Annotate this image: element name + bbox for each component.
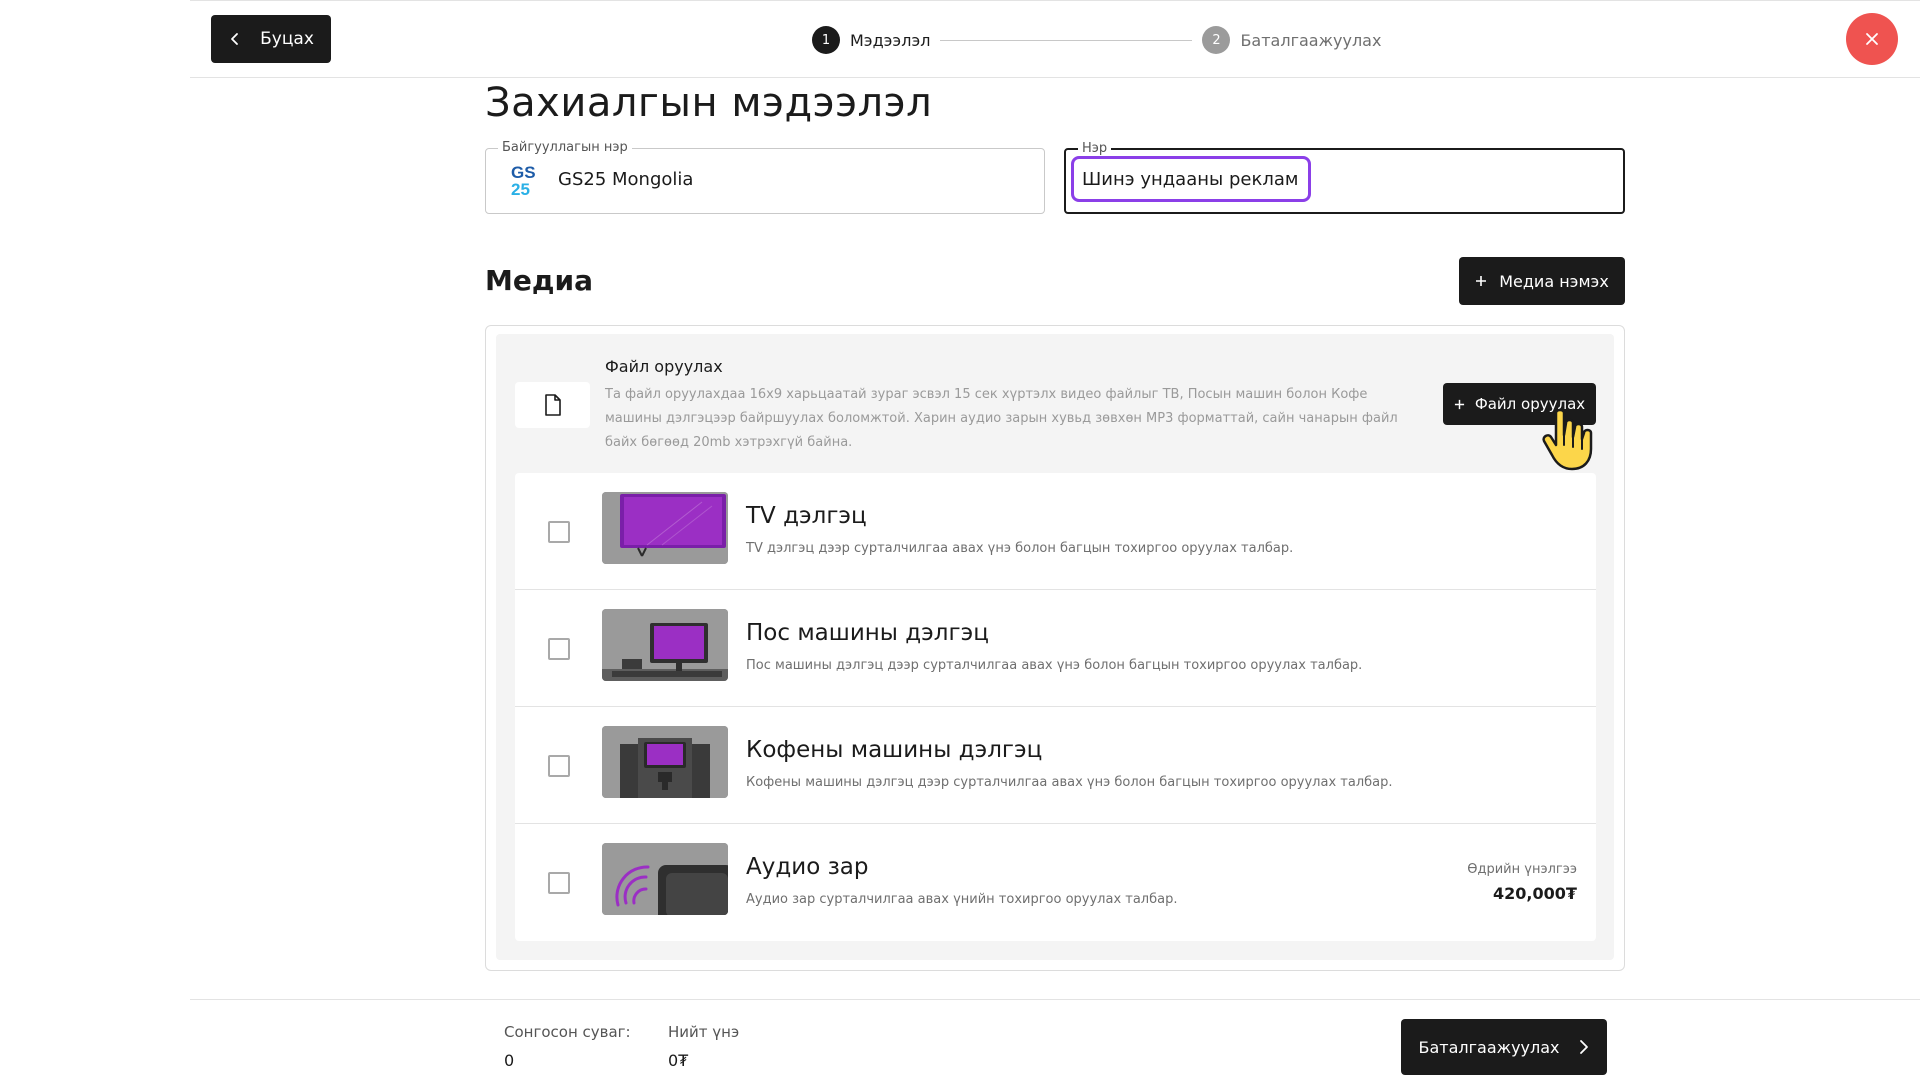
confirm-button[interactable]: Баталгаажуулах bbox=[1401, 1019, 1607, 1075]
total-price-value: 0₮ bbox=[668, 1051, 689, 1070]
media-checkbox[interactable] bbox=[548, 872, 570, 894]
audio-thumbnail bbox=[602, 843, 728, 915]
step-number: 1 bbox=[812, 26, 840, 54]
media-item-tv[interactable]: TV дэлгэц TV дэлгэц дээр сурталчилгаа ав… bbox=[515, 473, 1596, 590]
step-label: Мэдээлэл bbox=[850, 30, 931, 50]
daily-price-value: 420,000₮ bbox=[1492, 884, 1577, 903]
selected-channels-label: Сонгосон суваг: bbox=[504, 1023, 631, 1041]
step-number: 2 bbox=[1202, 26, 1231, 54]
org-field-label: Байгууллагын нэр bbox=[498, 140, 632, 155]
plus-icon bbox=[1476, 276, 1487, 286]
page-title: Захиалгын мэдээлэл bbox=[485, 80, 933, 126]
logo-text-top: GS bbox=[511, 163, 536, 182]
name-field-label: Нэр bbox=[1078, 141, 1112, 156]
media-section-title: Медиа bbox=[485, 264, 593, 297]
back-button[interactable]: Буцах bbox=[211, 15, 331, 63]
media-item-coffee-machine[interactable]: Кофены машины дэлгэц Кофены машины дэлгэ… bbox=[515, 707, 1596, 824]
media-item-title: Кофены машины дэлгэц bbox=[746, 737, 1043, 763]
media-item-audio[interactable]: Аудио зар Аудио зар сурталчилгаа авах үн… bbox=[515, 824, 1596, 941]
back-button-label: Буцах bbox=[260, 29, 314, 49]
upload-title: Файл оруулах bbox=[605, 357, 723, 376]
media-item-description: TV дэлгэц дээр сурталчилгаа авах үнэ бол… bbox=[746, 541, 1294, 556]
media-item-title: Аудио зар bbox=[746, 854, 869, 880]
media-item-description: Аудио зар сурталчилгаа авах үнийн тохирг… bbox=[746, 892, 1178, 907]
step-connector bbox=[940, 39, 1193, 41]
close-button[interactable] bbox=[1846, 13, 1898, 65]
name-field: Нэр bbox=[1064, 141, 1625, 214]
coffee-machine-thumbnail bbox=[602, 726, 728, 798]
stepper: 1 Мэдээлэл 2 Баталгаажуулах bbox=[812, 25, 1381, 55]
daily-price-label: Өдрийн үнэлгээ bbox=[1467, 862, 1577, 877]
media-item-title: TV дэлгэц bbox=[746, 503, 867, 529]
media-checkbox[interactable] bbox=[548, 755, 570, 777]
add-media-label: Медиа нэмэх bbox=[1499, 271, 1609, 291]
media-item-description: Кофены машины дэлгэц дээр сурталчилгаа а… bbox=[746, 775, 1393, 790]
media-item-title: Пос машины дэлгэц bbox=[746, 620, 989, 646]
chevron-right-icon bbox=[1579, 1040, 1588, 1054]
chevron-left-icon bbox=[231, 33, 239, 45]
upload-description: Та файл оруулахдаа 16x9 харьцаатай зураг… bbox=[605, 387, 1398, 450]
add-media-button[interactable]: Медиа нэмэх bbox=[1459, 257, 1625, 305]
media-list: TV дэлгэц TV дэлгэц дээр сурталчилгаа ав… bbox=[515, 473, 1596, 941]
step-confirm[interactable]: 2 Баталгаажуулах bbox=[1202, 26, 1381, 54]
confirm-button-label: Баталгаажуулах bbox=[1418, 1037, 1560, 1057]
logo-text-bottom: 25 bbox=[511, 180, 530, 199]
gs25-logo: GS 25 bbox=[511, 164, 539, 200]
file-icon bbox=[544, 394, 561, 416]
close-icon bbox=[1866, 33, 1878, 45]
total-price-label: Нийт үнэ bbox=[668, 1023, 740, 1041]
media-checkbox[interactable] bbox=[548, 521, 570, 543]
selected-channels-value: 0 bbox=[504, 1051, 515, 1070]
file-icon-box bbox=[515, 382, 590, 428]
pos-thumbnail bbox=[602, 609, 728, 681]
name-input[interactable] bbox=[1071, 156, 1311, 202]
plus-icon bbox=[1454, 399, 1464, 409]
hand-pointer-icon bbox=[1542, 408, 1593, 471]
header-divider bbox=[190, 77, 1920, 78]
media-item-pos[interactable]: Пос машины дэлгэц Пос машины дэлгэц дээр… bbox=[515, 590, 1596, 707]
org-field[interactable]: Байгууллагын нэр GS 25 GS25 Mongolia bbox=[485, 140, 1045, 214]
footer-divider bbox=[190, 999, 1920, 1000]
org-value: GS25 Mongolia bbox=[558, 169, 694, 190]
media-item-description: Пос машины дэлгэц дээр сурталчилгаа авах… bbox=[746, 658, 1363, 673]
top-border bbox=[190, 0, 1920, 1]
step-info[interactable]: 1 Мэдээлэл bbox=[812, 26, 930, 54]
media-checkbox[interactable] bbox=[548, 638, 570, 660]
step-label: Баталгаажуулах bbox=[1240, 30, 1382, 50]
tv-thumbnail bbox=[602, 492, 728, 564]
